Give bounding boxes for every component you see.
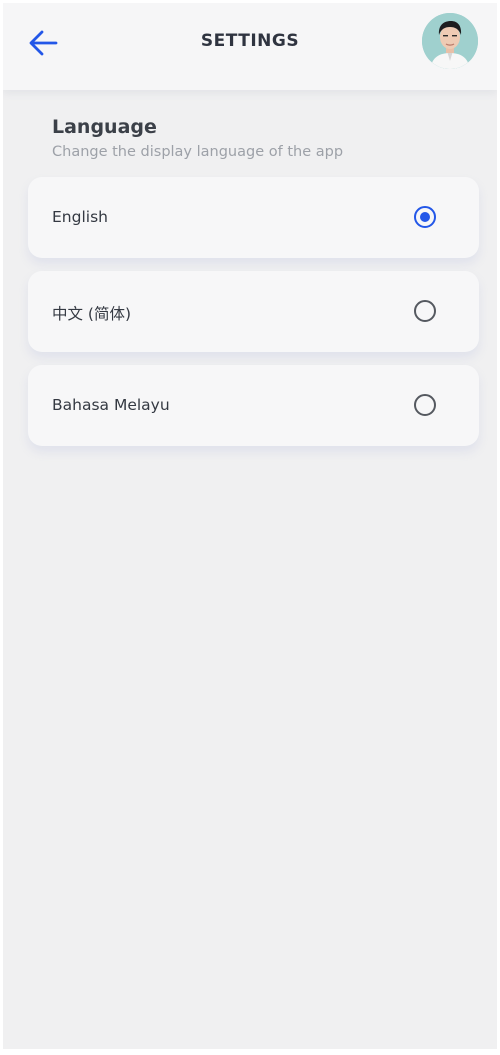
settings-screen: SETTINGS Language Change the display lan… [3, 3, 497, 1049]
language-option-malay[interactable]: Bahasa Melayu [28, 365, 479, 446]
header-bar: SETTINGS [3, 3, 497, 90]
language-option-english[interactable]: English [28, 177, 479, 258]
avatar[interactable] [422, 13, 478, 69]
radio-button[interactable] [414, 300, 436, 322]
section-title: Language [52, 116, 157, 138]
language-option-chinese[interactable]: 中文 (简体) [28, 271, 479, 352]
radio-button[interactable] [414, 394, 436, 416]
radio-button-selected[interactable] [414, 206, 436, 228]
option-label: 中文 (简体) [52, 305, 132, 323]
option-label: Bahasa Melayu [52, 396, 170, 414]
section-subtitle: Change the display language of the app [52, 144, 344, 160]
user-avatar-photo [422, 13, 478, 69]
option-label: English [52, 208, 108, 226]
